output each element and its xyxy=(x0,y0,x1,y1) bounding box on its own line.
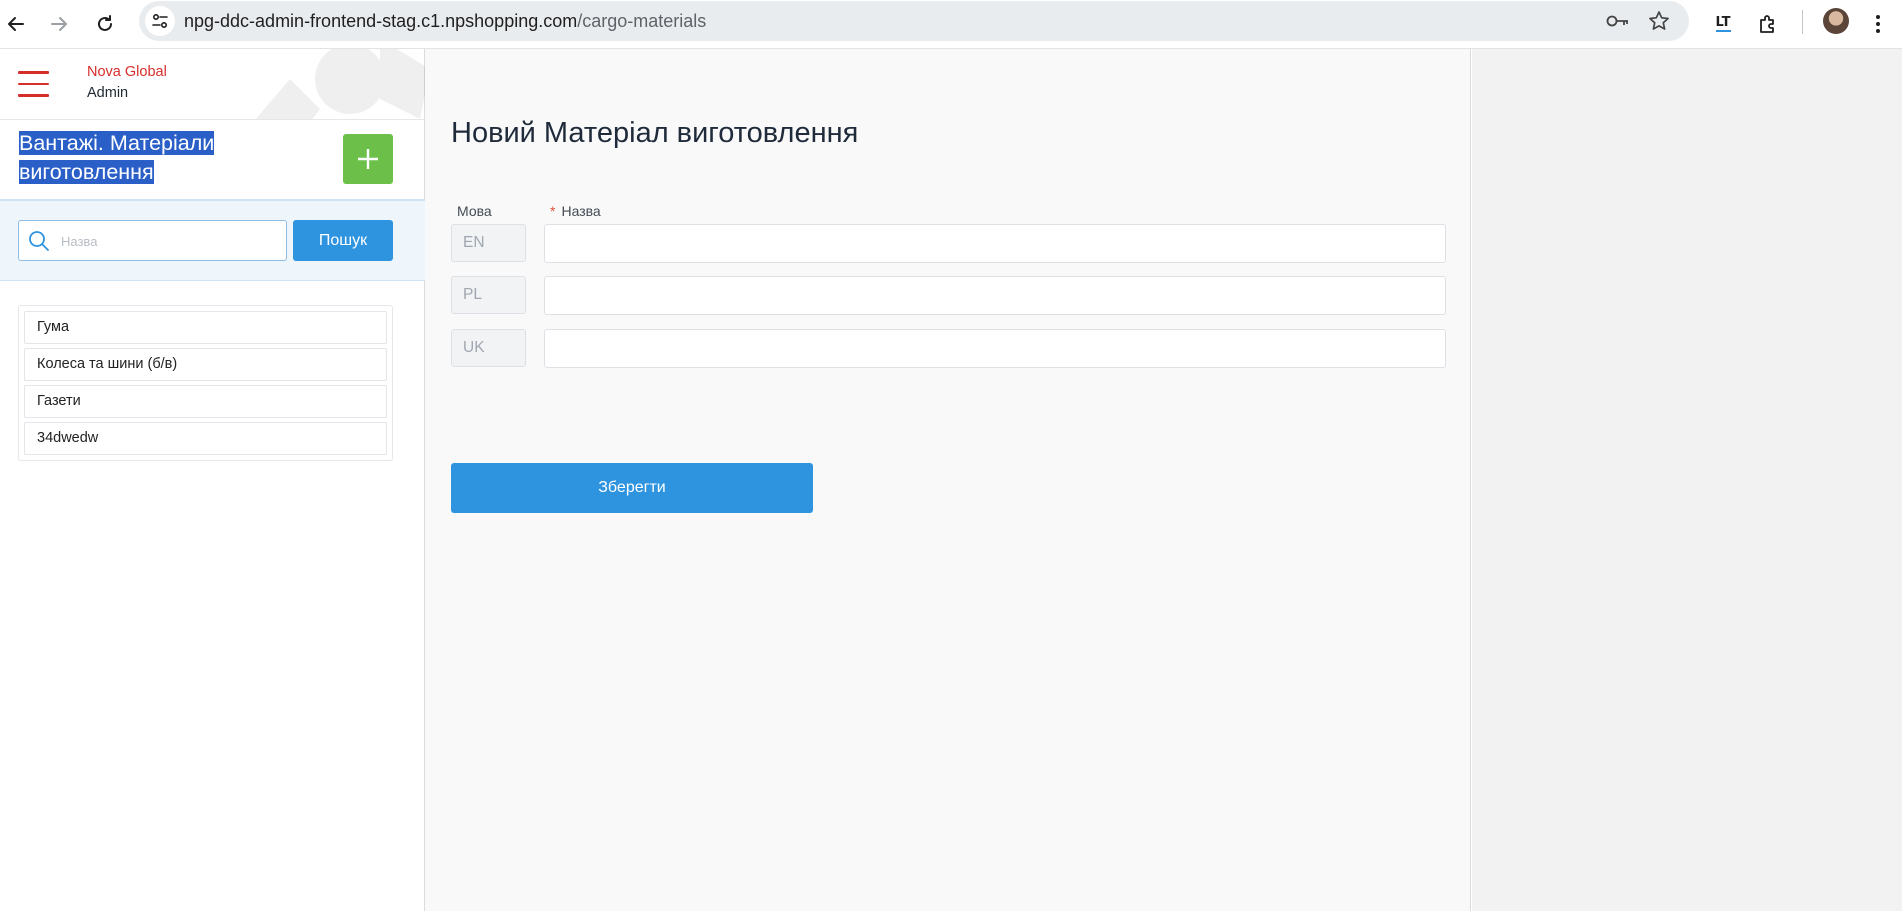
language-tool-label: LT xyxy=(1715,15,1731,32)
name-column-label: * Назва xyxy=(550,203,601,219)
language-code-en: EN xyxy=(451,224,526,262)
search-field[interactable] xyxy=(18,220,287,261)
sidebar-title-row: Вантажі. Матеріали виготовлення xyxy=(0,119,425,201)
sidebar-header: Nova Global Admin xyxy=(0,49,425,119)
address-bar[interactable]: npg-ddc-admin-frontend-stag.c1.npshoppin… xyxy=(139,1,1689,41)
plus-icon xyxy=(358,149,378,169)
search-icon xyxy=(29,231,49,251)
url-path: /cargo-materials xyxy=(577,11,707,31)
page-title: Вантажі. Матеріали виготовлення xyxy=(19,129,279,187)
language-tool-icon[interactable]: LT xyxy=(1707,8,1739,40)
brand-subtitle: Admin xyxy=(87,85,129,101)
forward-icon[interactable] xyxy=(43,8,75,40)
list-item[interactable]: Гума xyxy=(24,311,387,344)
list-item[interactable]: 34dwedw xyxy=(24,422,387,455)
materials-list: Гума Колеса та шини (б/в) Газети 34dwedw xyxy=(18,305,393,461)
name-input-pl[interactable] xyxy=(544,276,1446,315)
add-item-button[interactable] xyxy=(343,134,393,184)
form-panel: Новий Матеріал виготовлення Мова * Назва … xyxy=(425,49,1471,911)
logo-watermark-icon xyxy=(255,49,425,119)
toolbar-divider xyxy=(1802,10,1803,34)
name-column-label-text: Назва xyxy=(561,203,601,219)
browser-toolbar: npg-ddc-admin-frontend-stag.c1.npshoppin… xyxy=(0,0,1902,49)
reload-icon[interactable] xyxy=(89,8,121,40)
list-item[interactable]: Колеса та шини (б/в) xyxy=(24,348,387,381)
profile-avatar[interactable] xyxy=(1823,8,1849,34)
bookmark-star-icon[interactable] xyxy=(1647,9,1671,33)
name-input-en[interactable] xyxy=(544,224,1446,263)
save-button[interactable]: Зберегти xyxy=(451,463,813,513)
extensions-icon[interactable] xyxy=(1752,8,1784,40)
right-empty-pane xyxy=(1472,49,1902,911)
search-bar: Пошук xyxy=(0,201,425,281)
menu-hamburger-icon[interactable] xyxy=(18,71,50,97)
search-input[interactable] xyxy=(59,227,279,255)
brand-name: Nova Global xyxy=(87,64,167,80)
site-info-icon[interactable] xyxy=(145,6,175,36)
url-host: npg-ddc-admin-frontend-stag.c1.npshoppin… xyxy=(184,11,578,31)
search-button[interactable]: Пошук xyxy=(293,220,393,261)
language-code-uk: UK xyxy=(451,329,526,367)
back-icon[interactable] xyxy=(0,8,32,40)
url-text[interactable]: npg-ddc-admin-frontend-stag.c1.npshoppin… xyxy=(184,11,706,32)
more-menu-icon[interactable] xyxy=(1862,8,1894,40)
list-item[interactable]: Газети xyxy=(24,385,387,418)
language-column-label: Мова xyxy=(457,203,492,219)
form-title: Новий Матеріал виготовлення xyxy=(451,117,859,149)
name-input-uk[interactable] xyxy=(544,329,1446,368)
sidebar: Nova Global Admin Вантажі. Матеріали виг… xyxy=(0,49,425,911)
language-code-pl: PL xyxy=(451,276,526,314)
page-title-text: Вантажі. Матеріали виготовлення xyxy=(19,131,215,184)
password-key-icon[interactable] xyxy=(1606,9,1630,33)
required-marker: * xyxy=(550,203,556,219)
